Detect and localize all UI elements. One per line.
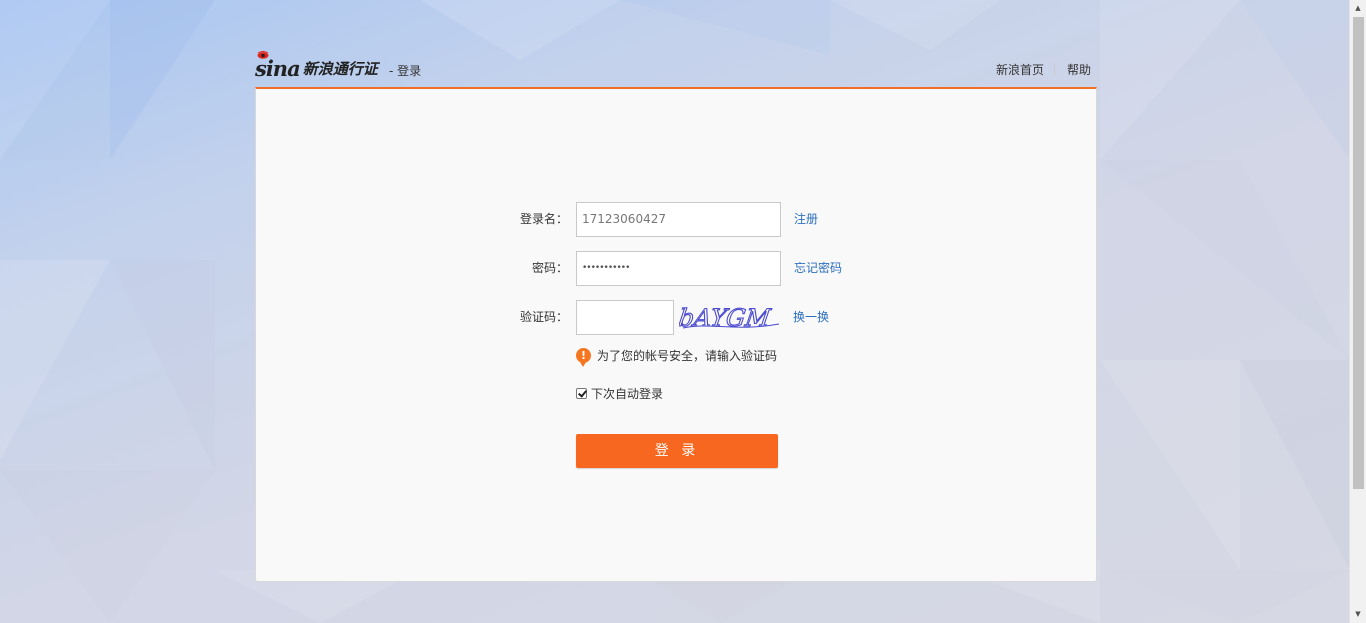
username-row: 登录名： 17123060427 注册 — [256, 202, 1098, 238]
scroll-up-arrow-icon[interactable]: ▲ — [1350, 0, 1366, 17]
sina-logo[interactable]: sina 新浪通行证 — [255, 51, 378, 82]
captcha-warning: ! 为了您的帐号安全，请输入验证码 — [576, 347, 778, 367]
top-links: 新浪首页 帮助 — [996, 61, 1091, 78]
login-card: 登录名： 17123060427 注册 密码： ••••••••••• 忘记密码… — [255, 87, 1097, 582]
password-input[interactable]: ••••••••••• — [576, 251, 781, 286]
product-name: 新浪通行证 — [302, 60, 378, 78]
sina-wordmark: sina — [255, 56, 301, 81]
username-label: 登录名： — [519, 212, 568, 226]
vertical-scrollbar[interactable]: ▲ ▼ — [1349, 0, 1366, 623]
password-label: 密码： — [531, 261, 568, 275]
page-header: sina 新浪通行证 - 登录 新浪首页 帮助 — [255, 51, 1097, 87]
username-input[interactable]: 17123060427 — [576, 202, 781, 237]
help-link[interactable]: 帮助 — [1067, 61, 1091, 78]
login-button[interactable]: 登 录 — [576, 434, 778, 468]
page-tag: - 登录 — [389, 64, 422, 78]
remember-me-checkbox[interactable] — [576, 388, 587, 399]
scroll-down-arrow-icon[interactable]: ▼ — [1350, 606, 1366, 623]
link-divider — [1053, 63, 1055, 76]
sina-eye-icon — [257, 51, 269, 59]
remember-me[interactable]: 下次自动登录 — [576, 385, 663, 402]
register-link[interactable]: 注册 — [794, 202, 818, 236]
captcha-input[interactable] — [576, 300, 674, 335]
remember-me-label[interactable]: 下次自动登录 — [591, 385, 663, 402]
captcha-image[interactable]: bAYGM — [679, 302, 781, 334]
warning-text: 为了您的帐号安全，请输入验证码 — [597, 349, 778, 363]
exclamation-icon: ! — [576, 348, 591, 367]
password-row: 密码： ••••••••••• 忘记密码 — [256, 251, 1098, 287]
forgot-password-link[interactable]: 忘记密码 — [794, 251, 842, 285]
sina-home-link[interactable]: 新浪首页 — [996, 61, 1044, 78]
refresh-captcha-link[interactable]: 换一换 — [793, 300, 829, 334]
scrollbar-thumb[interactable] — [1353, 17, 1364, 489]
captcha-label: 验证码： — [519, 310, 568, 324]
captcha-row: 验证码： bAYGM 换一换 — [256, 300, 1098, 336]
captcha-text: bAYGM — [679, 304, 773, 332]
